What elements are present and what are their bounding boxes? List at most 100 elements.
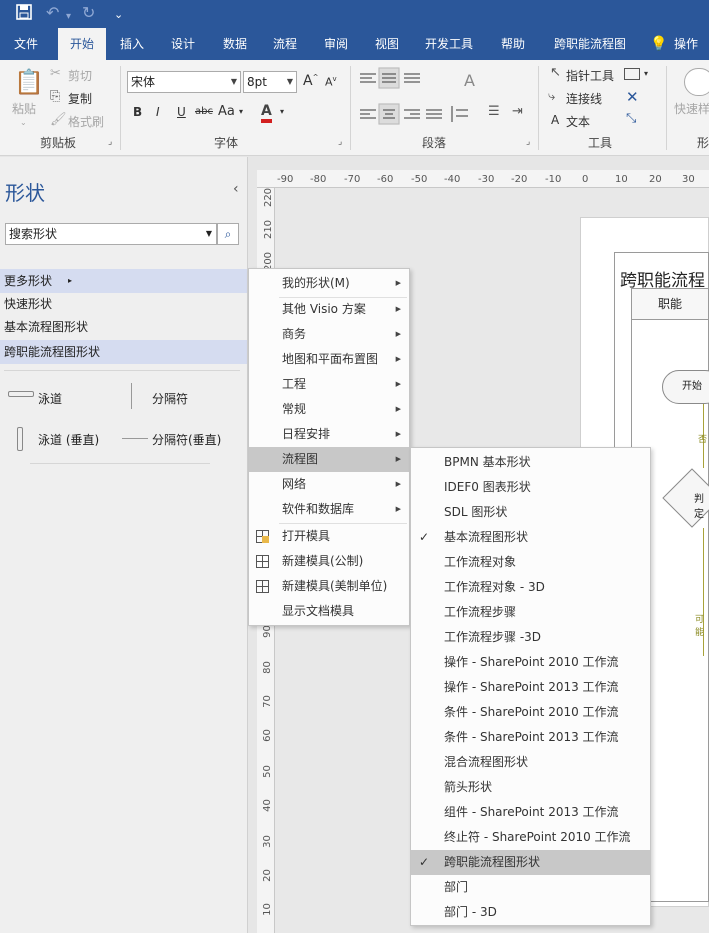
close-icon[interactable]: ✕ [626, 88, 639, 106]
font-color-button[interactable]: A [261, 103, 272, 123]
shape-vertical-swimlane[interactable]: 泳道 (垂直) [38, 431, 99, 448]
quick-styles-button[interactable]: 快速样 [674, 100, 709, 117]
shape-vertical-separator[interactable]: 分隔符(垂直) [152, 431, 221, 448]
tab-home[interactable]: 开始 [58, 28, 106, 60]
chevron-down-icon[interactable]: ⌄ [20, 118, 27, 127]
tab-cross-functional[interactable]: 跨职能流程图 [544, 28, 636, 60]
text-tool-button[interactable]: 文本 [566, 113, 590, 130]
menu-item-mixed-flowchart[interactable]: 混合流程图形状 [411, 750, 650, 775]
format-painter-button[interactable]: 格式刷 [68, 113, 104, 130]
dialog-launcher-icon[interactable]: ⌟ [338, 137, 342, 147]
tab-data[interactable]: 数据 [212, 28, 258, 60]
lightbulb-icon[interactable]: 💡 [650, 28, 667, 60]
menu-item-arrow-shapes[interactable]: 箭头形状 [411, 775, 650, 800]
collapse-pane-icon[interactable]: ‹ [233, 181, 239, 197]
customize-qat-icon[interactable]: ⌄ [114, 6, 123, 24]
menu-item-software-db[interactable]: 软件和数据库 ▶ [249, 497, 409, 522]
menu-item-workflow-steps-3d[interactable]: 工作流程步骤 -3D [411, 625, 650, 650]
paste-icon[interactable]: 📋 [14, 68, 44, 96]
rectangle-icon[interactable] [624, 68, 640, 80]
italic-button[interactable]: I [156, 105, 160, 119]
stencil-basic-flowchart[interactable]: 基本流程图形状 [0, 315, 247, 339]
chevron-down-icon[interactable]: ▾ [66, 8, 71, 26]
tab-file[interactable]: 文件 [0, 28, 52, 60]
bullet-list-icon[interactable]: ☰ [488, 104, 500, 119]
paste-button[interactable]: 粘贴 [12, 100, 36, 117]
stencil-cross-functional[interactable]: 跨职能流程图形状 [0, 340, 247, 364]
pointer-tool-button[interactable]: 指针工具 [566, 67, 614, 84]
format-painter-icon[interactable]: 🖌 [50, 112, 67, 127]
menu-item-new-stencil-us[interactable]: 新建模具(美制单位) [249, 574, 409, 599]
menu-item-components-sp2013[interactable]: 组件 - SharePoint 2013 工作流 [411, 800, 650, 825]
position-icon[interactable]: ⤡ [626, 111, 636, 126]
cut-button[interactable]: 剪切 [68, 67, 92, 84]
copy-icon[interactable]: ⎘ [50, 89, 60, 104]
search-shapes-input[interactable]: 搜索形状 ▼ [5, 223, 217, 245]
tab-insert[interactable]: 插入 [110, 28, 154, 60]
menu-item-other-visio[interactable]: 其他 Visio 方案 ▶ [249, 297, 409, 322]
save-icon[interactable] [16, 4, 32, 24]
flowchart-start-shape[interactable]: 开始 [662, 370, 709, 404]
menu-item-new-stencil-metric[interactable]: 新建模具(公制) [249, 549, 409, 574]
stencil-quick-shapes[interactable]: 快速形状 [0, 292, 247, 316]
menu-item-actions-sp2010[interactable]: 操作 - SharePoint 2010 工作流 [411, 650, 650, 675]
tab-help[interactable]: 帮助 [490, 28, 536, 60]
chevron-down-icon[interactable]: ▼ [206, 224, 212, 244]
menu-item-departments[interactable]: 部门 [411, 875, 650, 900]
font-name-select[interactable]: 宋体 ▼ [127, 71, 241, 93]
tab-view[interactable]: 视图 [364, 28, 410, 60]
change-case-button[interactable]: Aa [218, 104, 235, 119]
menu-item-cross-functional[interactable]: ✓ 跨职能流程图形状 [411, 850, 650, 875]
menu-item-actions-sp2013[interactable]: 操作 - SharePoint 2013 工作流 [411, 675, 650, 700]
stencil-more-shapes[interactable]: 更多形状 ▸ [0, 269, 247, 293]
menu-item-bpmn[interactable]: BPMN 基本形状 [411, 450, 650, 475]
tab-review[interactable]: 审阅 [313, 28, 359, 60]
tab-developer[interactable]: 开发工具 [416, 28, 482, 60]
menu-item-flowchart[interactable]: 流程图 ▶ [249, 447, 409, 472]
shrink-font-icon[interactable]: Av [325, 75, 337, 89]
tab-process[interactable]: 流程 [262, 28, 308, 60]
menu-item-idef0[interactable]: IDEF0 图表形状 [411, 475, 650, 500]
dialog-launcher-icon[interactable]: ⌟ [526, 137, 530, 147]
menu-item-show-document-stencil[interactable]: 显示文档模具 [249, 599, 409, 624]
menu-item-workflow-objects-3d[interactable]: 工作流程对象 - 3D [411, 575, 650, 600]
shape-swimlane[interactable]: 泳道 [38, 390, 62, 407]
menu-item-business[interactable]: 商务 ▶ [249, 322, 409, 347]
undo-icon[interactable]: ↶ [46, 4, 59, 22]
tab-tell-me[interactable]: 操作 [674, 28, 709, 60]
search-icon[interactable]: ⌕ [217, 223, 239, 245]
lane-header[interactable]: 职能 [631, 288, 709, 320]
copy-button[interactable]: 复制 [68, 90, 92, 107]
menu-item-my-shapes[interactable]: 我的形状(M) ▶ [249, 271, 409, 296]
menu-item-engineering[interactable]: 工程 ▶ [249, 372, 409, 397]
shape-separator[interactable]: 分隔符 [152, 390, 188, 407]
menu-item-terminators-sp2010[interactable]: 终止符 - SharePoint 2010 工作流 [411, 825, 650, 850]
menu-item-maps[interactable]: 地图和平面布置图 ▶ [249, 347, 409, 372]
menu-item-basic-flowchart[interactable]: ✓ 基本流程图形状 [411, 525, 650, 550]
scissors-icon[interactable]: ✂ [50, 66, 61, 81]
tab-design[interactable]: 设计 [160, 28, 206, 60]
strikethrough-button[interactable]: abc [195, 106, 213, 117]
indent-icon[interactable]: ⇥ [512, 104, 523, 119]
connector-button[interactable]: 连接线 [566, 90, 602, 107]
dialog-launcher-icon[interactable]: ⌟ [108, 137, 112, 147]
bold-button[interactable]: B [133, 105, 142, 119]
quick-styles-icon[interactable] [684, 68, 709, 96]
menu-item-workflow-objects[interactable]: 工作流程对象 [411, 550, 650, 575]
menu-item-general[interactable]: 常规 ▶ [249, 397, 409, 422]
menu-item-sdl[interactable]: SDL 图形状 [411, 500, 650, 525]
font-size-select[interactable]: 8pt ▼ [243, 71, 297, 93]
menu-item-conditions-sp2010[interactable]: 条件 - SharePoint 2010 工作流 [411, 700, 650, 725]
chevron-down-icon[interactable]: ▾ [280, 107, 284, 116]
chevron-down-icon[interactable]: ▾ [239, 107, 243, 116]
menu-item-conditions-sp2013[interactable]: 条件 - SharePoint 2013 工作流 [411, 725, 650, 750]
redo-icon[interactable]: ↻ [82, 4, 95, 22]
grow-font-icon[interactable]: A^ [303, 73, 318, 89]
menu-item-schedule[interactable]: 日程安排 ▶ [249, 422, 409, 447]
menu-item-open-stencil[interactable]: 打开模具 [249, 524, 409, 549]
menu-item-departments-3d[interactable]: 部门 - 3D [411, 900, 650, 925]
menu-item-workflow-steps[interactable]: 工作流程步骤 [411, 600, 650, 625]
chevron-down-icon[interactable]: ▾ [644, 69, 648, 78]
underline-button[interactable]: U [177, 105, 186, 119]
menu-item-network[interactable]: 网络 ▶ [249, 472, 409, 497]
